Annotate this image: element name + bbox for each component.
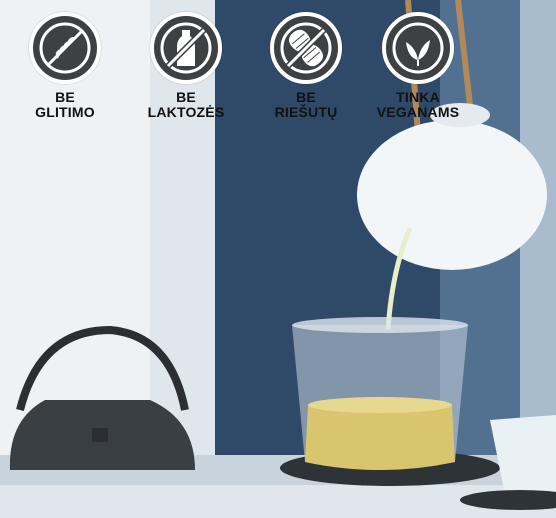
badge-label: BE LAKTOZĖS [147,89,225,120]
badge-nut-free: BE RIEŠUTŲ [246,12,366,120]
dietary-badges: BE GLITIMO BE LAKTOZĖS BE RIEŠUTŲ TINKA … [0,0,556,150]
no-nuts-peanut-icon [270,12,342,84]
badge-lactose-free: BE LAKTOZĖS [126,12,246,120]
vegan-leaf-icon [382,12,454,84]
tea-surface [308,397,452,413]
cup-rim [292,317,468,333]
no-gluten-wheat-icon [29,12,101,84]
no-lactose-milk-bottle-icon [150,12,222,84]
badge-label: BE GLITIMO [35,89,95,120]
badge-label: BE RIEŠUTŲ [274,89,338,120]
badge-vegan: TINKA VEGANAMS [358,12,478,120]
tea-liquid [305,405,455,470]
badge-gluten-free: BE GLITIMO [5,12,125,120]
product-photo: BE GLITIMO BE LAKTOZĖS BE RIEŠUTŲ TINKA … [0,0,556,518]
badge-label: TINKA VEGANAMS [376,89,460,120]
iron-kettle-knob [92,428,108,442]
